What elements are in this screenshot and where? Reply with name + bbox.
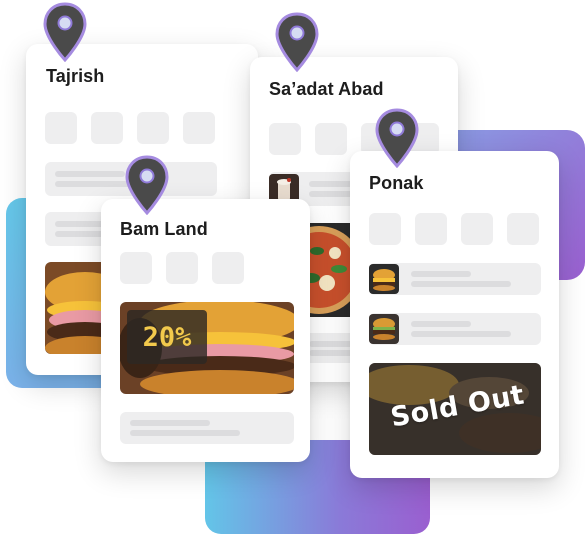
category-placeholder [415, 213, 447, 245]
category-placeholder [461, 213, 493, 245]
discount-badge: 20% [127, 310, 207, 364]
category-placeholder [507, 213, 539, 245]
category-placeholder [269, 123, 301, 155]
category-placeholder [369, 213, 401, 245]
category-placeholder [183, 112, 215, 144]
category-placeholder [45, 112, 77, 144]
card-title: Bam Land [120, 219, 208, 239]
menu-item-placeholder [120, 412, 294, 444]
map-pin-icon [42, 2, 88, 62]
category-placeholder [212, 252, 244, 284]
burger-thumbnail [369, 264, 399, 294]
map-pin-icon [124, 155, 170, 215]
card-title: Ponak [369, 173, 424, 193]
branch-card-ponak[interactable]: Ponak Sold Out [350, 151, 559, 478]
category-placeholder [137, 112, 169, 144]
card-title: Tajrish [46, 66, 105, 86]
map-pin-icon [274, 12, 320, 72]
map-pin-icon [374, 108, 420, 168]
category-placeholder [166, 252, 198, 284]
burger-thumbnail [369, 314, 399, 344]
category-placeholder [120, 252, 152, 284]
branch-card-bam-land[interactable]: Bam Land 20% [101, 199, 310, 462]
category-placeholder [91, 112, 123, 144]
card-title: Sa’adat Abad [269, 79, 384, 99]
category-placeholder [315, 123, 347, 155]
